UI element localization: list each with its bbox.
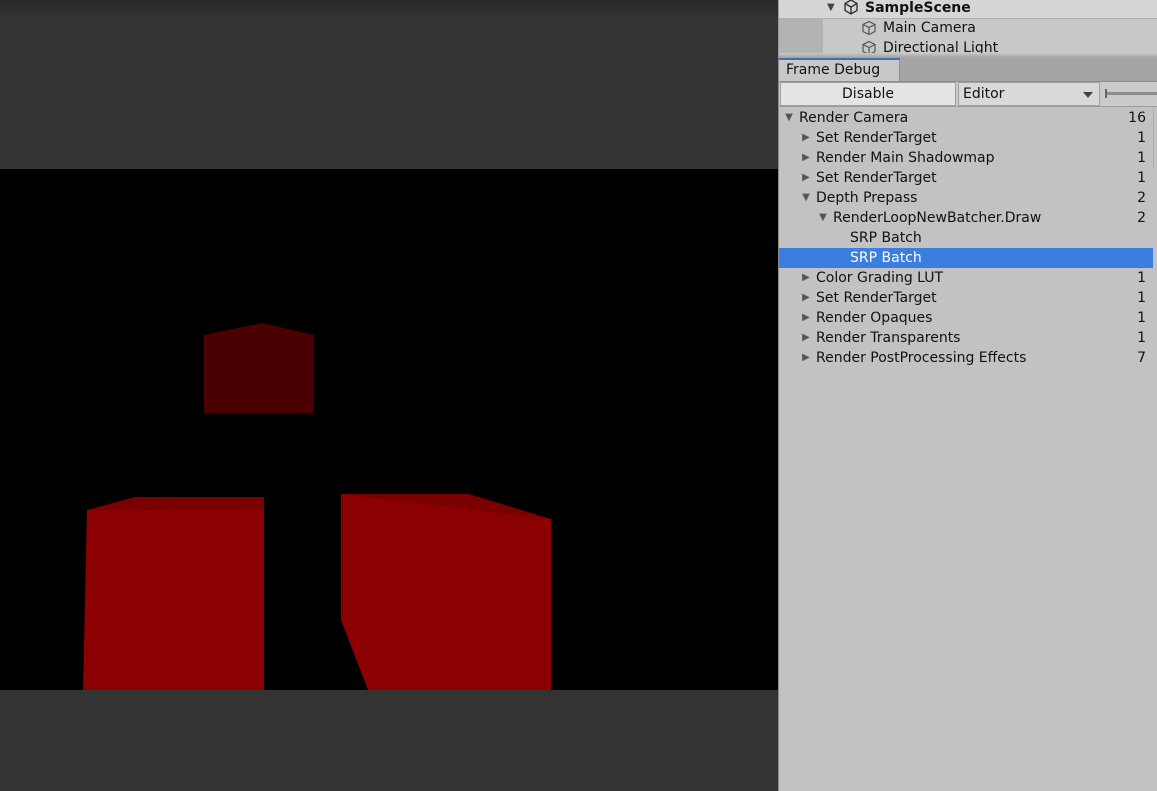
tree-row-count: 1 (1137, 150, 1146, 166)
tree-row[interactable]: ▶ Set RenderTarget 1 (779, 128, 1153, 148)
triangle-right-icon[interactable]: ▶ (800, 308, 812, 328)
tree-row-count: 1 (1137, 270, 1146, 286)
left-cube (83, 497, 264, 690)
tree-row[interactable]: SRP Batch (779, 228, 1153, 248)
tree-row-label: Render PostProcessing Effects (816, 350, 1027, 366)
tree-row-label: Set RenderTarget (816, 290, 937, 306)
tree-row[interactable]: ▶ Set RenderTarget 1 (779, 288, 1153, 308)
tree-row-label: Depth Prepass (816, 190, 918, 206)
tree-row[interactable]: ▼ Render Camera 16 (779, 108, 1153, 128)
disable-button[interactable]: Disable (780, 82, 956, 106)
tree-row-count: 1 (1137, 130, 1146, 146)
event-tree: ▼ Render Camera 16 ▶ Set RenderTarget 1 ▶ Rende… (779, 108, 1153, 368)
triangle-right-icon[interactable]: ▶ (800, 328, 812, 348)
tree-row[interactable]: ▶ Render PostProcessing Effects 7 (779, 348, 1153, 368)
tree-row-count: 7 (1137, 350, 1146, 366)
game-viewport[interactable] (0, 169, 778, 690)
target-dropdown[interactable]: Editor (958, 82, 1100, 106)
tree-row[interactable]: ▼ Depth Prepass 2 (779, 188, 1153, 208)
tree-row-count: 1 (1137, 290, 1146, 306)
triangle-right-icon[interactable]: ▶ (800, 288, 812, 308)
cube-icon (862, 20, 876, 36)
tab-frame-debug[interactable]: Frame Debug (779, 58, 900, 81)
tree-row-count: 1 (1137, 330, 1146, 346)
game-view (0, 0, 778, 791)
triangle-down-icon[interactable]: ▼ (827, 0, 835, 18)
far-cube (204, 323, 314, 413)
game-view-top-strip (0, 0, 778, 20)
hierarchy-scene-row[interactable]: ▼ SampleScene (779, 0, 1157, 19)
tree-row[interactable]: ▼ RenderLoopNewBatcher.Draw 2 (779, 208, 1153, 228)
hierarchy-item-main-camera[interactable]: Main Camera (779, 18, 1157, 38)
tree-row-label: Render Main Shadowmap (816, 150, 995, 166)
triangle-down-icon[interactable]: ▼ (800, 188, 812, 208)
chevron-down-icon (1083, 92, 1093, 98)
triangle-right-icon[interactable]: ▶ (800, 168, 812, 188)
tree-row-label: Render Opaques (816, 310, 933, 326)
hierarchy-panel: ▼ SampleScene Main Camera Directional Li… (778, 0, 1157, 57)
tree-row[interactable]: ▶ Render Transparents 1 (779, 328, 1153, 348)
tree-scroll-edge (1153, 108, 1157, 168)
tree-row[interactable]: ▶ Render Opaques 1 (779, 308, 1153, 328)
right-cube (341, 494, 551, 690)
triangle-right-icon[interactable]: ▶ (800, 348, 812, 368)
tree-row-count: 1 (1137, 170, 1146, 186)
hierarchy-item-label: Main Camera (883, 20, 976, 36)
tree-row[interactable]: ▶ Render Main Shadowmap 1 (779, 148, 1153, 168)
triangle-right-icon[interactable]: ▶ (800, 268, 812, 288)
tree-row[interactable]: SRP Batch (779, 248, 1153, 268)
triangle-down-icon[interactable]: ▼ (817, 208, 829, 228)
target-dropdown-value: Editor (963, 86, 1005, 102)
tree-row-count: 1 (1137, 310, 1146, 326)
scene-render (83, 323, 551, 690)
tree-row[interactable]: ▶ Set RenderTarget 1 (779, 168, 1153, 188)
tree-row[interactable]: ▶ Color Grading LUT 1 (779, 268, 1153, 288)
tab-bar: Frame Debug (779, 57, 1157, 82)
triangle-right-icon[interactable]: ▶ (800, 148, 812, 168)
tree-row-label: Render Camera (799, 110, 909, 126)
tree-row-label: Color Grading LUT (816, 270, 944, 286)
triangle-down-icon[interactable]: ▼ (783, 108, 795, 128)
tree-row-label: RenderLoopNewBatcher.Draw (833, 210, 1042, 226)
frame-debug-toolbar: Disable Editor (779, 82, 1157, 107)
tree-row-count: 2 (1137, 190, 1146, 206)
tree-row-label: SRP Batch (850, 230, 922, 246)
event-slider-handle[interactable] (1105, 89, 1107, 98)
tree-row-count: 2 (1137, 210, 1146, 226)
unity-logo-icon (844, 0, 858, 15)
triangle-right-icon[interactable]: ▶ (800, 128, 812, 148)
scene-name: SampleScene (865, 0, 971, 16)
frame-debug-window: Frame Debug Disable Editor ▼ Render Camer… (778, 57, 1157, 791)
tree-row-label: Render Transparents (816, 330, 961, 346)
tree-row-label: Set RenderTarget (816, 130, 937, 146)
tree-row-label: Set RenderTarget (816, 170, 937, 186)
event-slider[interactable] (1105, 92, 1157, 95)
tree-row-label: SRP Batch (850, 250, 922, 266)
tree-row-count: 16 (1128, 110, 1146, 126)
